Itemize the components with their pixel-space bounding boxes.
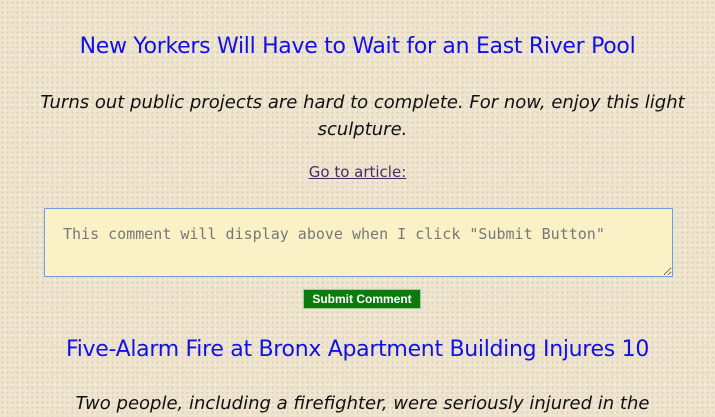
- submit-comment-button[interactable]: Submit Comment: [303, 289, 421, 309]
- article-title: New Yorkers Will Have to Wait for an Eas…: [79, 34, 636, 59]
- article-subtitle: Turns out public projects are hard to co…: [40, 92, 685, 140]
- article-subtitle: Two people, including a firefighter, wer…: [75, 393, 650, 414]
- comment-input[interactable]: [44, 208, 673, 277]
- go-to-article-link[interactable]: Go to article:: [309, 163, 407, 181]
- article-title: Five-Alarm Fire at Bronx Apartment Build…: [65, 337, 650, 362]
- article-link-wrap: Go to article:: [0, 163, 715, 181]
